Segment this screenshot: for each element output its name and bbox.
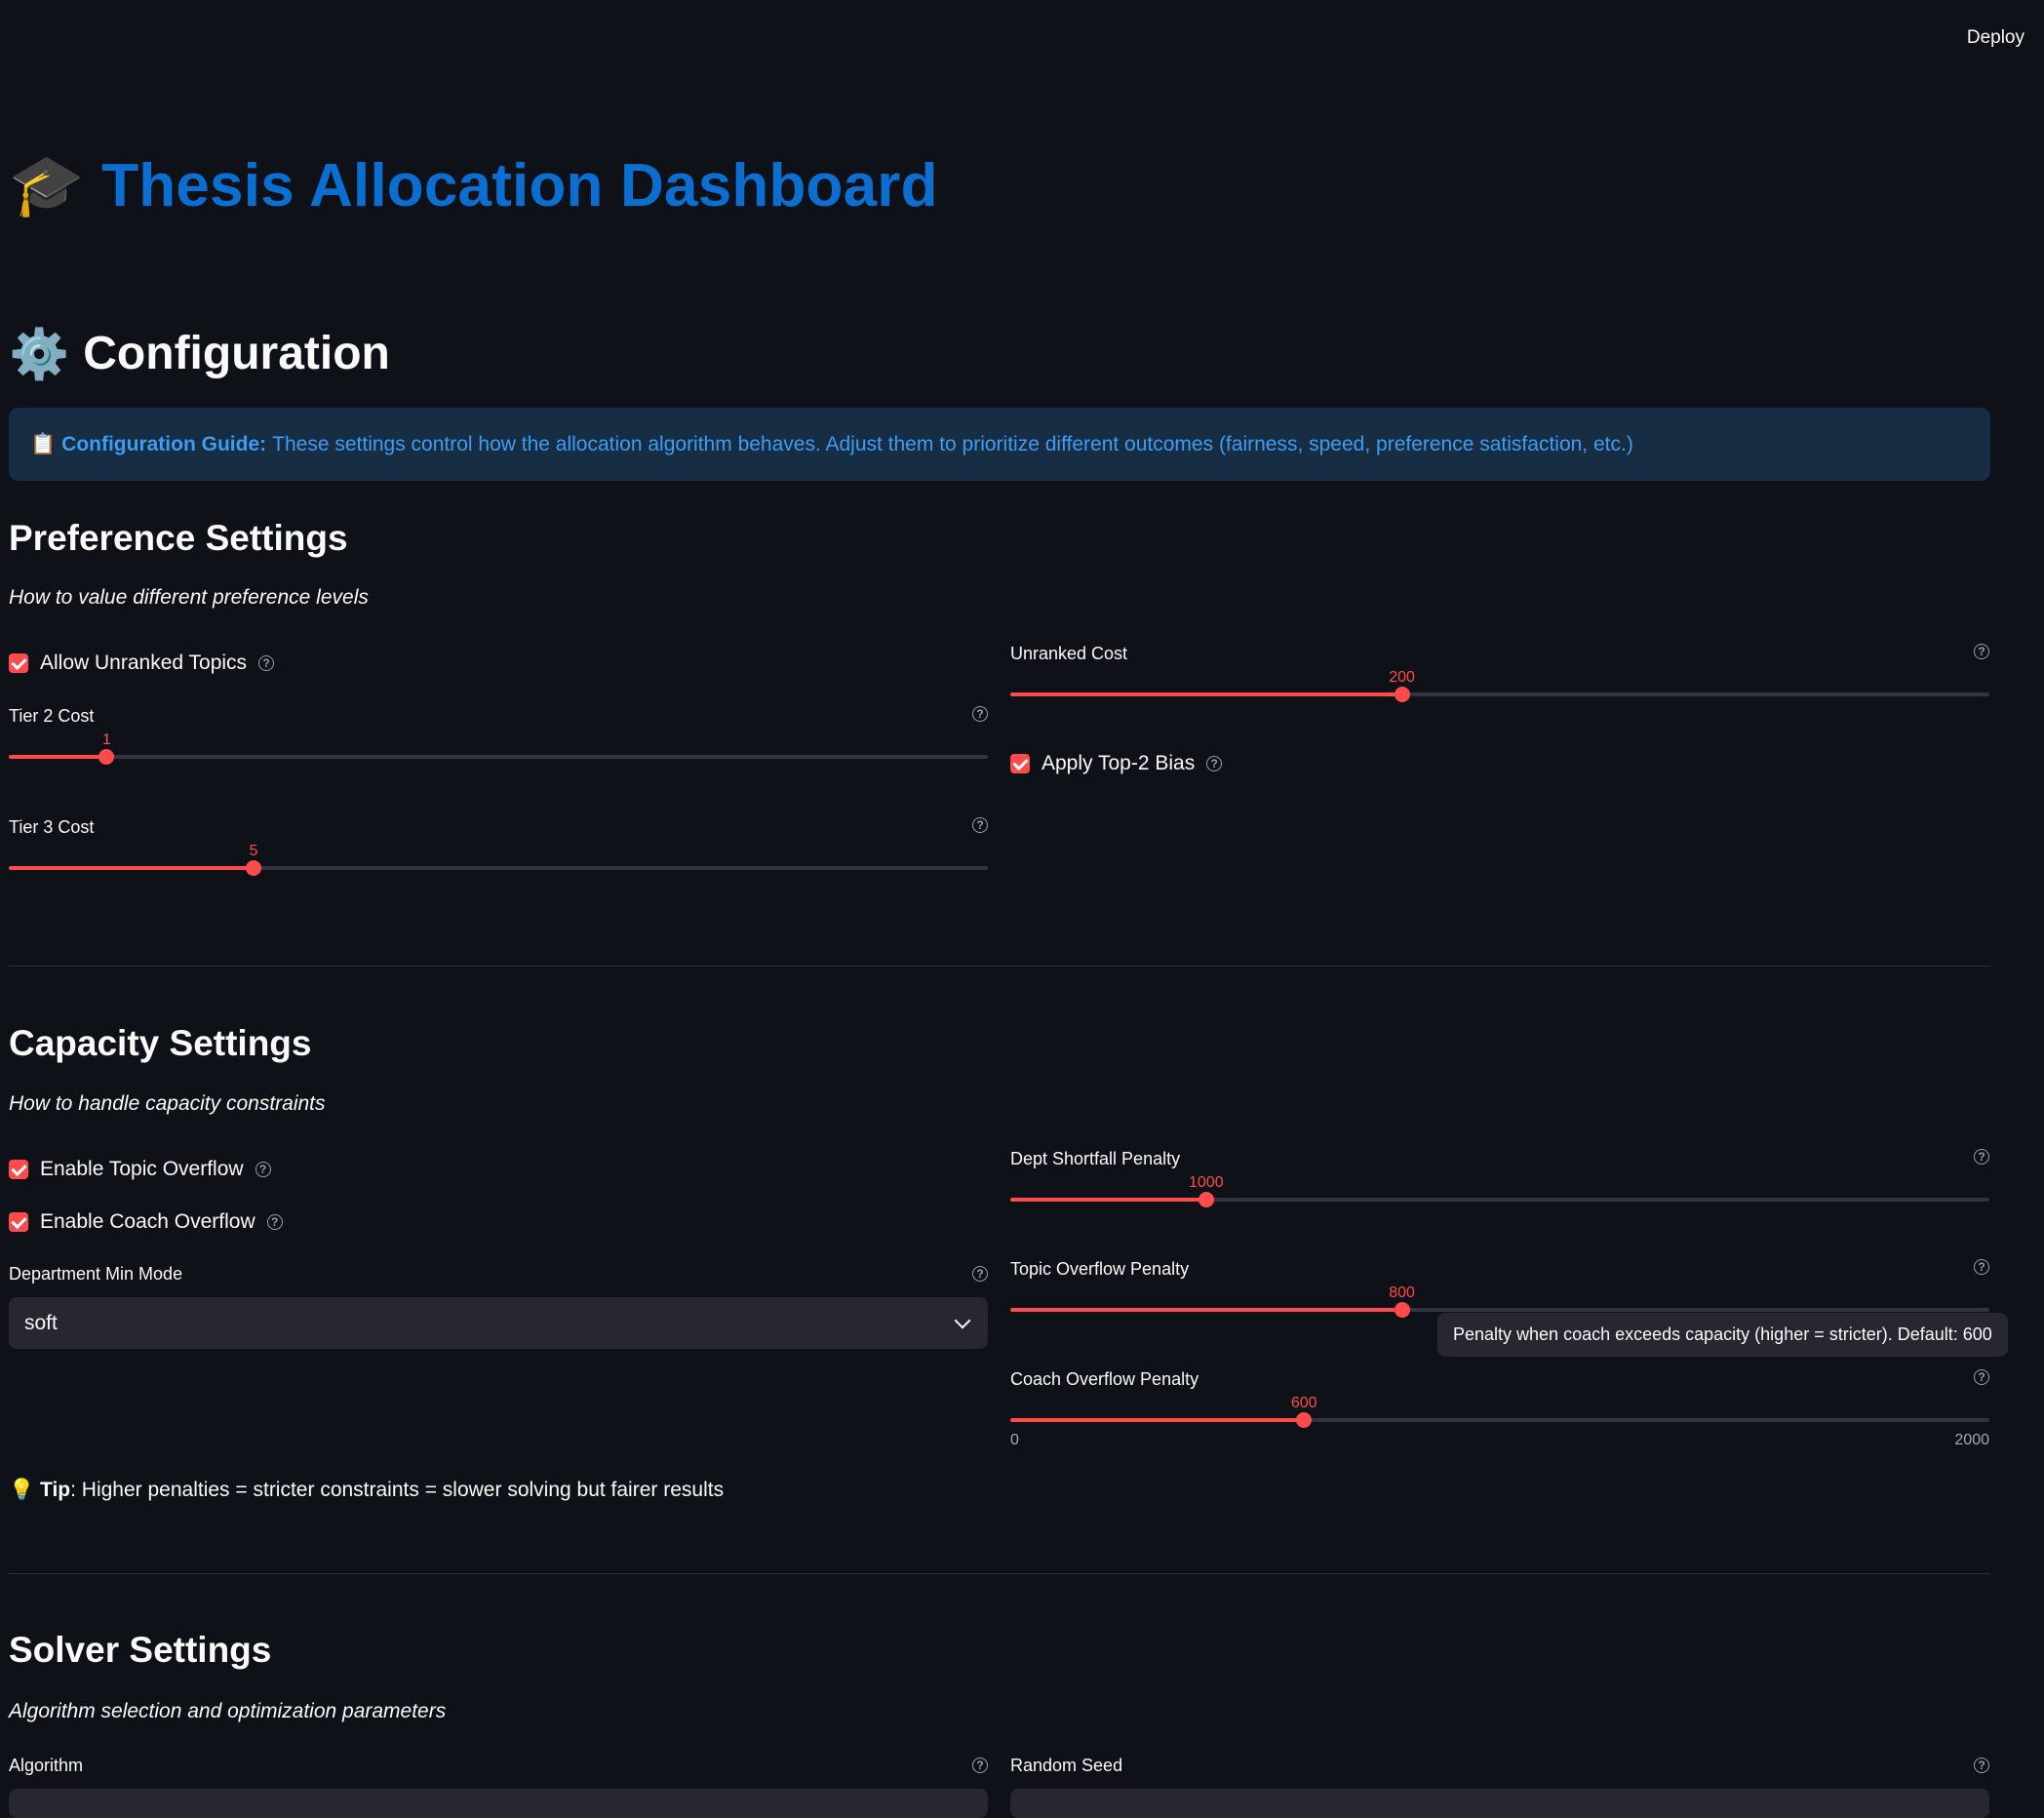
help-icon[interactable]: ? [1974, 1369, 1989, 1385]
tier2-cost-slider[interactable]: Tier 2 Cost ? 1 [9, 706, 988, 784]
help-icon[interactable]: ? [1974, 644, 1989, 659]
tier2-cost-label: Tier 2 Cost [9, 706, 95, 726]
coach-overflow-checkbox[interactable]: Enable Coach Overflow ? [9, 1210, 283, 1234]
configuration-guide-alert: 📋 Configuration Guide: These settings co… [9, 408, 1990, 481]
unranked-cost-slider[interactable]: Unranked Cost ? 200 [1010, 644, 1989, 722]
help-icon[interactable]: ? [972, 1266, 988, 1282]
clipboard-icon: 📋 [30, 432, 57, 455]
help-icon[interactable]: ? [1974, 1149, 1989, 1165]
slider-track[interactable] [9, 860, 988, 876]
dept-min-mode-value: soft [24, 1311, 58, 1334]
gear-icon: ⚙️ [9, 326, 70, 381]
help-icon[interactable]: ? [972, 1758, 988, 1773]
checkbox-checked-icon [9, 653, 28, 673]
chevron-down-icon [954, 1312, 971, 1328]
coach-overflow-tooltip: Penalty when coach exceeds capacity (hig… [1437, 1313, 2008, 1357]
algorithm-label: Algorithm [9, 1756, 84, 1775]
slider-value: 800 [1389, 1284, 1415, 1301]
slider-value: 1 [101, 731, 111, 748]
help-icon[interactable]: ? [266, 1214, 283, 1230]
random-seed-input[interactable] [1010, 1789, 1989, 1818]
slider-track[interactable] [9, 749, 988, 765]
coach-overflow-penalty-label: Coach Overflow Penalty [1010, 1369, 1199, 1389]
checkbox-checked-icon [1010, 754, 1030, 773]
slider-fill [1010, 1418, 1305, 1422]
slider-track[interactable] [1010, 1302, 1989, 1318]
slider-thumb[interactable] [246, 860, 261, 876]
algorithm-select[interactable] [9, 1789, 988, 1818]
dept-min-mode-select[interactable]: soft [9, 1297, 988, 1349]
help-icon[interactable]: ? [1206, 756, 1223, 771]
capacity-tip: 💡 Tip: Higher penalties = stricter const… [9, 1479, 724, 1502]
graduation-cap-icon: 🎓 [9, 151, 85, 219]
help-icon[interactable]: ? [972, 817, 988, 833]
help-icon[interactable]: ? [258, 655, 275, 671]
allow-unranked-label: Allow Unranked Topics [40, 652, 248, 674]
tier3-cost-label: Tier 3 Cost [9, 817, 95, 837]
preference-settings-heading: Preference Settings [9, 518, 348, 558]
slider-fill [1010, 692, 1402, 696]
solver-settings-heading: Solver Settings [9, 1630, 272, 1670]
lightbulb-icon: 💡 [9, 1479, 35, 1501]
slider-fill [9, 866, 254, 870]
slider-fill [1010, 1308, 1402, 1312]
allow-unranked-checkbox[interactable]: Allow Unranked Topics ? [9, 652, 275, 675]
coach-overflow-penalty-slider[interactable]: Coach Overflow Penalty ? 600 0 2000 [1010, 1369, 1989, 1448]
configuration-guide-text: These settings control how the allocatio… [272, 432, 1633, 455]
slider-thumb[interactable] [98, 749, 115, 765]
help-icon[interactable]: ? [1974, 1758, 1989, 1773]
slider-value: 600 [1290, 1395, 1317, 1411]
unranked-cost-label: Unranked Cost [1010, 644, 1128, 663]
slider-fill [1010, 1198, 1206, 1202]
tier3-cost-slider[interactable]: Tier 3 Cost ? 5 [9, 817, 988, 895]
help-icon[interactable]: ? [255, 1162, 271, 1177]
slider-track[interactable] [1010, 1192, 1989, 1207]
slider-value: 200 [1389, 669, 1415, 686]
slider-max: 2000 [1954, 1432, 1989, 1448]
slider-track[interactable] [1010, 1412, 1989, 1428]
topic-overflow-checkbox[interactable]: Enable Topic Overflow ? [9, 1158, 271, 1181]
configuration-heading: ⚙️ Configuration [9, 327, 390, 380]
help-icon[interactable]: ? [972, 706, 988, 722]
help-icon[interactable]: ? [1974, 1259, 1989, 1275]
coach-overflow-label: Enable Coach Overflow [40, 1210, 256, 1233]
checkbox-checked-icon [9, 1212, 28, 1232]
dept-min-mode-label: Department Min Mode [9, 1264, 183, 1284]
configuration-heading-text: Configuration [83, 328, 390, 379]
tip-label: Tip [40, 1479, 71, 1501]
slider-thumb[interactable] [1296, 1412, 1313, 1428]
topic-overflow-penalty-label: Topic Overflow Penalty [1010, 1259, 1190, 1279]
top2-bias-label: Apply Top-2 Bias [1042, 752, 1196, 774]
divider [9, 966, 1990, 967]
slider-thumb[interactable] [1394, 687, 1410, 702]
slider-thumb[interactable] [1198, 1192, 1214, 1207]
solver-settings-subtitle: Algorithm selection and optimization par… [9, 1700, 447, 1722]
random-seed-label: Random Seed [1010, 1756, 1123, 1775]
tip-text: : Higher penalties = stricter constraint… [70, 1479, 725, 1501]
slider-value: 5 [249, 843, 258, 859]
top2-bias-checkbox[interactable]: Apply Top-2 Bias ? [1010, 752, 1223, 775]
divider [9, 1573, 1990, 1574]
checkbox-checked-icon [9, 1160, 28, 1179]
configuration-guide-label: Configuration Guide: [61, 432, 267, 455]
slider-value: 1000 [1189, 1174, 1224, 1191]
page-title: 🎓 Thesis Allocation Dashboard [9, 151, 938, 220]
slider-thumb[interactable] [1394, 1302, 1410, 1318]
deploy-button[interactable]: Deploy [1959, 23, 2032, 53]
page-title-text: Thesis Allocation Dashboard [101, 152, 938, 219]
preference-settings-subtitle: How to value different preference levels [9, 586, 369, 609]
slider-track[interactable] [1010, 687, 1989, 702]
dept-shortfall-label: Dept Shortfall Penalty [1010, 1149, 1181, 1168]
capacity-settings-subtitle: How to handle capacity constraints [9, 1092, 326, 1115]
slider-min: 0 [1010, 1432, 1019, 1448]
slider-fill [9, 755, 107, 759]
topic-overflow-label: Enable Topic Overflow [40, 1158, 244, 1180]
dept-shortfall-slider[interactable]: Dept Shortfall Penalty ? 1000 [1010, 1149, 1989, 1227]
capacity-settings-heading: Capacity Settings [9, 1023, 312, 1063]
